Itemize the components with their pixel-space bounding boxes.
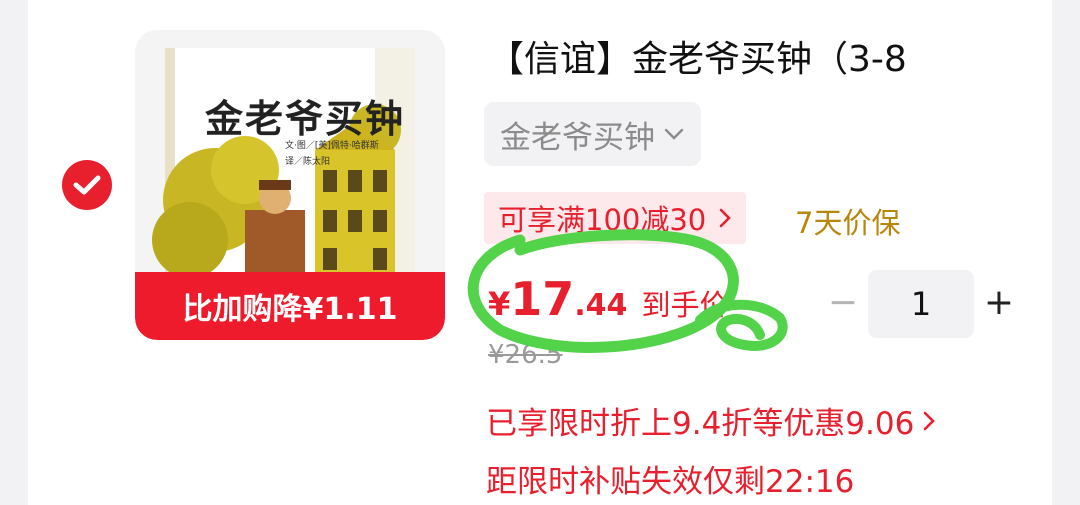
discount-text: 已享限时折上9.4折等优惠9.06 [486,406,915,442]
select-checkbox[interactable] [62,160,112,210]
price-protection-badge[interactable]: 7天价保 [795,200,900,242]
product-title[interactable]: 【信谊】金老爷买钟（3-8 [488,30,988,82]
book-cover-credit: 文·图／[美]佩特·哈群斯 译／陈太阳 [285,138,379,170]
price-integer: 17 [510,272,575,326]
price-decimal: .44 [574,288,628,323]
price-tag: 到手价 [641,288,729,322]
variant-selector[interactable]: 金老爷买钟 [484,102,701,166]
original-price: ¥26.5 [488,340,563,370]
product-thumbnail[interactable]: 金老爷买钟 文·图／[美]佩特·哈群斯 译／陈太阳 比加购降¥1.11 [135,30,445,340]
promo-banner: 比加购降¥1.11 [135,272,445,340]
quantity-input[interactable]: 1 [868,270,974,338]
checkmark-icon [73,175,101,195]
coupon-text: 可享满100减30 [498,203,707,237]
book-credit-translator: 译／陈太阳 [285,157,331,167]
discount-info[interactable]: 已享限时折上9.4折等优惠9.06 [486,398,936,443]
chevron-right-icon [924,411,936,430]
quantity-increase-button[interactable]: + [982,282,1016,323]
chevron-right-icon [719,208,732,228]
variant-label: 金老爷买钟 [500,119,655,156]
quantity-decrease-button[interactable]: − [828,282,858,323]
book-cover-title: 金老爷买钟 [205,97,406,141]
coupon-chip[interactable]: 可享满100减30 [484,192,747,244]
final-price: ¥ 17 .44 到手价 [488,272,728,326]
price-currency: ¥ [488,285,511,323]
book-credit-author: 文·图／[美]佩特·哈群斯 [285,141,379,151]
chevron-down-icon [664,128,684,140]
countdown-timer: 距限时补贴失效仅剩22:16 [486,464,855,500]
